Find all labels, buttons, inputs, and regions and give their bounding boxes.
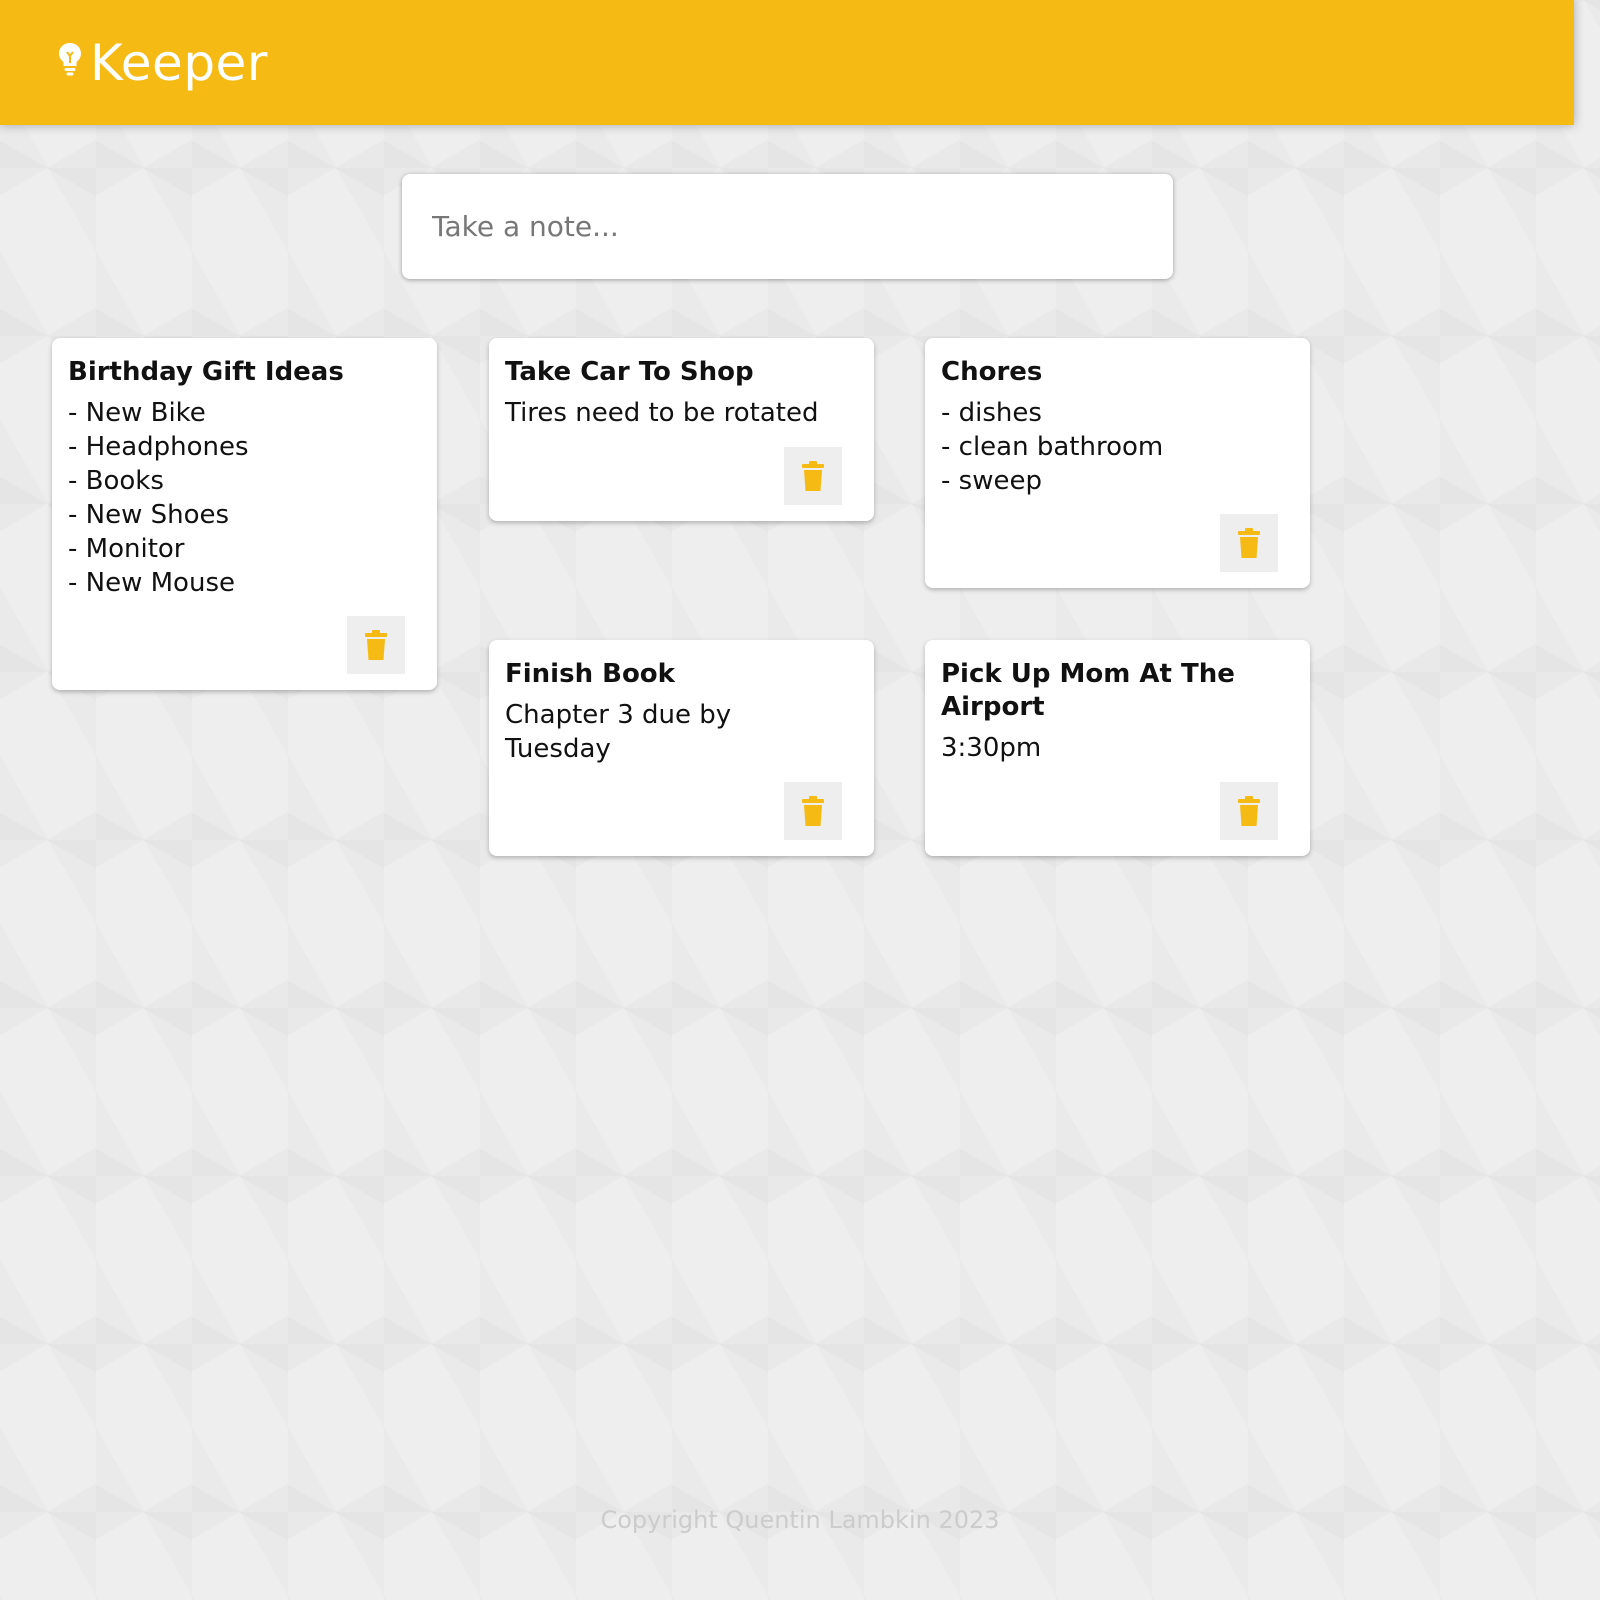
note-content: Tires need to be rotated	[505, 398, 819, 428]
note-title: Birthday Gift Ideas	[68, 357, 344, 387]
copyright-text: Copyright Quentin Lambkin 2023	[600, 1506, 1000, 1534]
note-input[interactable]	[432, 210, 1143, 243]
note-content: - New Bike - Headphones - Books - New Sh…	[68, 398, 249, 598]
footer: Copyright Quentin Lambkin 2023	[0, 1506, 1600, 1534]
app-title: Keeper	[90, 33, 268, 92]
delete-button[interactable]	[347, 616, 405, 674]
trash-icon	[802, 461, 824, 491]
note-content: 3:30pm	[941, 733, 1042, 763]
delete-button[interactable]	[1220, 514, 1278, 572]
create-note-form[interactable]	[402, 174, 1173, 279]
lightbulb-icon	[59, 42, 81, 75]
trash-icon	[365, 630, 387, 660]
note-card: Pick Up Mom At The Airport 3:30pm	[925, 640, 1310, 856]
trash-icon	[1238, 796, 1260, 826]
app-header: Keeper	[0, 0, 1574, 125]
note-title: Take Car To Shop	[505, 357, 754, 387]
note-title: Finish Book	[505, 659, 675, 689]
trash-icon	[1238, 528, 1260, 558]
note-card: Birthday Gift Ideas - New Bike - Headpho…	[52, 338, 437, 690]
delete-button[interactable]	[784, 782, 842, 840]
note-content: - dishes - clean bathroom - sweep	[941, 398, 1164, 496]
note-content: Chapter 3 due by Tuesday	[505, 700, 732, 764]
note-title: Chores	[941, 357, 1043, 387]
note-card: Finish Book Chapter 3 due by Tuesday	[489, 640, 874, 856]
note-card: Chores - dishes - clean bathroom - sweep	[925, 338, 1310, 588]
delete-button[interactable]	[1220, 782, 1278, 840]
delete-button[interactable]	[784, 447, 842, 505]
note-title: Pick Up Mom At The Airport	[941, 659, 1235, 722]
trash-icon	[802, 796, 824, 826]
note-card: Take Car To Shop Tires need to be rotate…	[489, 338, 874, 521]
